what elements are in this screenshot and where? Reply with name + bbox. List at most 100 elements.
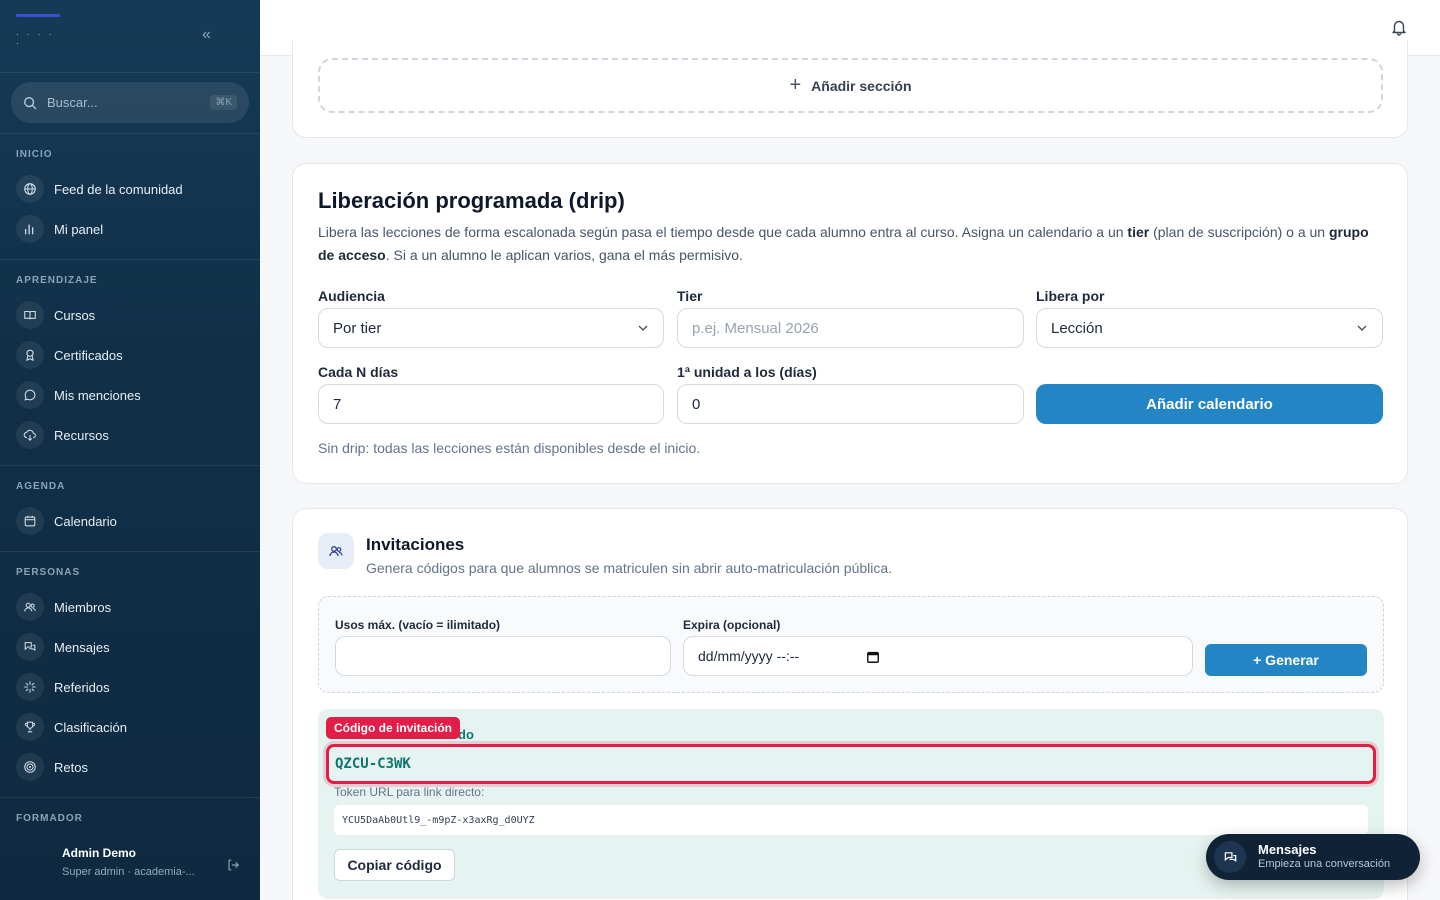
expira-label: Expira (opcional) (683, 618, 781, 632)
sidebar-item-label: Mis menciones (54, 387, 141, 403)
target-icon (16, 753, 44, 781)
users-icon (318, 533, 354, 569)
generated-title-tail: do (458, 727, 474, 742)
audiencia-select[interactable]: Por tier (318, 308, 664, 348)
user-profile[interactable]: Admin Demo Super admin · academia-... (0, 836, 260, 900)
sidebar-item-label: Cursos (54, 307, 96, 323)
primera-label: 1ª unidad a los (días) (677, 364, 817, 380)
primera-value: 0 (692, 395, 701, 413)
calendar-icon[interactable] (866, 650, 880, 664)
drip-description: Libera las lecciones de forma escalonada… (318, 224, 1369, 263)
add-section-button[interactable]: + Añadir sección (318, 58, 1383, 113)
sidebar-item-certificados[interactable]: Certificados (16, 339, 246, 371)
audiencia-value: Por tier (333, 319, 382, 337)
section-label-formador: FORMADOR (16, 813, 83, 824)
section-label-aprendizaje: APRENDIZAJE (16, 275, 98, 286)
add-calendar-button[interactable]: Añadir calendario (1036, 384, 1383, 424)
calendar-icon (16, 507, 44, 535)
generate-form: Usos máx. (vacío = ilimitado) Expira (op… (318, 596, 1384, 693)
cloud-download-icon (16, 421, 44, 449)
libera-label: Libera por (1036, 288, 1105, 304)
sidebar-item-panel[interactable]: Mi panel (16, 213, 246, 245)
sidebar-item-label: Mi panel (54, 221, 104, 237)
copy-code-button[interactable]: Copiar código (334, 849, 455, 881)
sidebar-item-referidos[interactable]: Referidos (16, 671, 246, 703)
logo[interactable]: · · · · · (16, 14, 62, 48)
sidebar-item-label: Certificados (54, 347, 123, 363)
section-label-inicio: INICIO (16, 149, 53, 160)
libera-value: Lección (1051, 319, 1103, 337)
cada-value: 7 (333, 395, 342, 413)
chat-bubble-icon (16, 381, 44, 409)
generate-button[interactable]: + Generar (1205, 644, 1367, 676)
book-open-icon (16, 301, 44, 329)
sidebar: · · · · · « Buscar... ⌘K INICIO Feed de … (0, 0, 260, 900)
sidebar-item-label: Recursos (54, 427, 109, 443)
token-field[interactable]: YCU5DaAb0Utl9_-m9pZ-x3axRg_d0UYZ (334, 805, 1368, 835)
user-role: Super admin · academia-... (62, 866, 195, 878)
search-icon (24, 96, 37, 109)
search-shortcut: ⌘K (210, 95, 237, 110)
sidebar-item-label: Clasificación (54, 719, 127, 735)
chevron-down-icon (1357, 325, 1367, 331)
divider (0, 551, 260, 552)
sidebar-item-cursos[interactable]: Cursos (16, 299, 246, 331)
users-icon (16, 593, 44, 621)
bell-icon[interactable] (1390, 18, 1408, 36)
expira-value: dd/mm/yyyy --:-- (698, 648, 800, 664)
cada-label: Cada N días (318, 364, 399, 380)
tier-label: Tier (677, 288, 703, 304)
logout-icon[interactable] (226, 858, 240, 872)
sections-card: + Añadir sección (292, 40, 1408, 138)
plus-icon: + (789, 74, 802, 96)
primera-input[interactable]: 0 (677, 384, 1024, 424)
tier-placeholder: p.ej. Mensual 2026 (692, 319, 819, 337)
section-label-agenda: AGENDA (16, 481, 66, 492)
messages-title: Mensajes (1258, 842, 1317, 857)
search-placeholder: Buscar... (47, 95, 98, 110)
sidebar-item-recursos[interactable]: Recursos (16, 419, 246, 451)
usos-input[interactable] (335, 636, 671, 676)
add-section-label: Añadir sección (811, 77, 912, 94)
sidebar-item-label: Calendario (54, 513, 117, 529)
messages-widget[interactable]: Mensajes Empieza una conversación (1206, 834, 1420, 880)
trophy-icon (16, 713, 44, 741)
search-input[interactable]: Buscar... ⌘K (11, 82, 249, 123)
invites-description: Genera códigos para que alumnos se matri… (366, 560, 893, 576)
collapse-sidebar-icon[interactable]: « (202, 26, 211, 44)
sidebar-item-clasificacion[interactable]: Clasificación (16, 711, 246, 743)
drip-card: Liberación programada (drip) Libera las … (292, 163, 1408, 484)
drip-title: Liberación programada (drip) (318, 188, 625, 213)
sidebar-item-retos[interactable]: Retos (16, 751, 246, 783)
divider (0, 133, 260, 134)
globe-icon (16, 175, 44, 203)
drip-note: Sin drip: todas las lecciones están disp… (318, 440, 701, 456)
user-name: Admin Demo (62, 846, 137, 860)
divider (0, 259, 260, 260)
divider (0, 465, 260, 466)
expira-input[interactable]: dd/mm/yyyy --:-- (683, 636, 1193, 676)
sidebar-item-calendario[interactable]: Calendario (16, 505, 246, 537)
invites-title: Invitaciones (366, 535, 465, 554)
messages-icon (16, 633, 44, 661)
audiencia-label: Audiencia (318, 288, 385, 304)
sparkle-icon (16, 673, 44, 701)
sidebar-item-feed[interactable]: Feed de la comunidad (16, 173, 246, 205)
libera-select[interactable]: Lección (1036, 308, 1383, 348)
sidebar-item-menciones[interactable]: Mis menciones (16, 379, 246, 411)
tier-input[interactable]: p.ej. Mensual 2026 (677, 308, 1024, 348)
sidebar-item-miembros[interactable]: Miembros (16, 591, 246, 623)
sidebar-item-label: Referidos (54, 679, 110, 695)
sidebar-item-label: Feed de la comunidad (54, 181, 183, 197)
invite-code-field[interactable]: QZCU-C3WK (326, 744, 1376, 784)
token-label: Token URL para link directo: (334, 785, 485, 799)
usos-label: Usos máx. (vacío = ilimitado) (335, 618, 501, 632)
sidebar-item-label: Mensajes (54, 639, 110, 655)
sidebar-item-label: Retos (54, 759, 88, 775)
sidebar-item-mensajes[interactable]: Mensajes (16, 631, 246, 663)
section-label-personas: PERSONAS (16, 567, 81, 578)
messages-icon (1214, 841, 1246, 873)
chevron-down-icon (638, 325, 648, 331)
code-tag: Código de invitación (326, 717, 461, 739)
cada-input[interactable]: 7 (318, 384, 664, 424)
